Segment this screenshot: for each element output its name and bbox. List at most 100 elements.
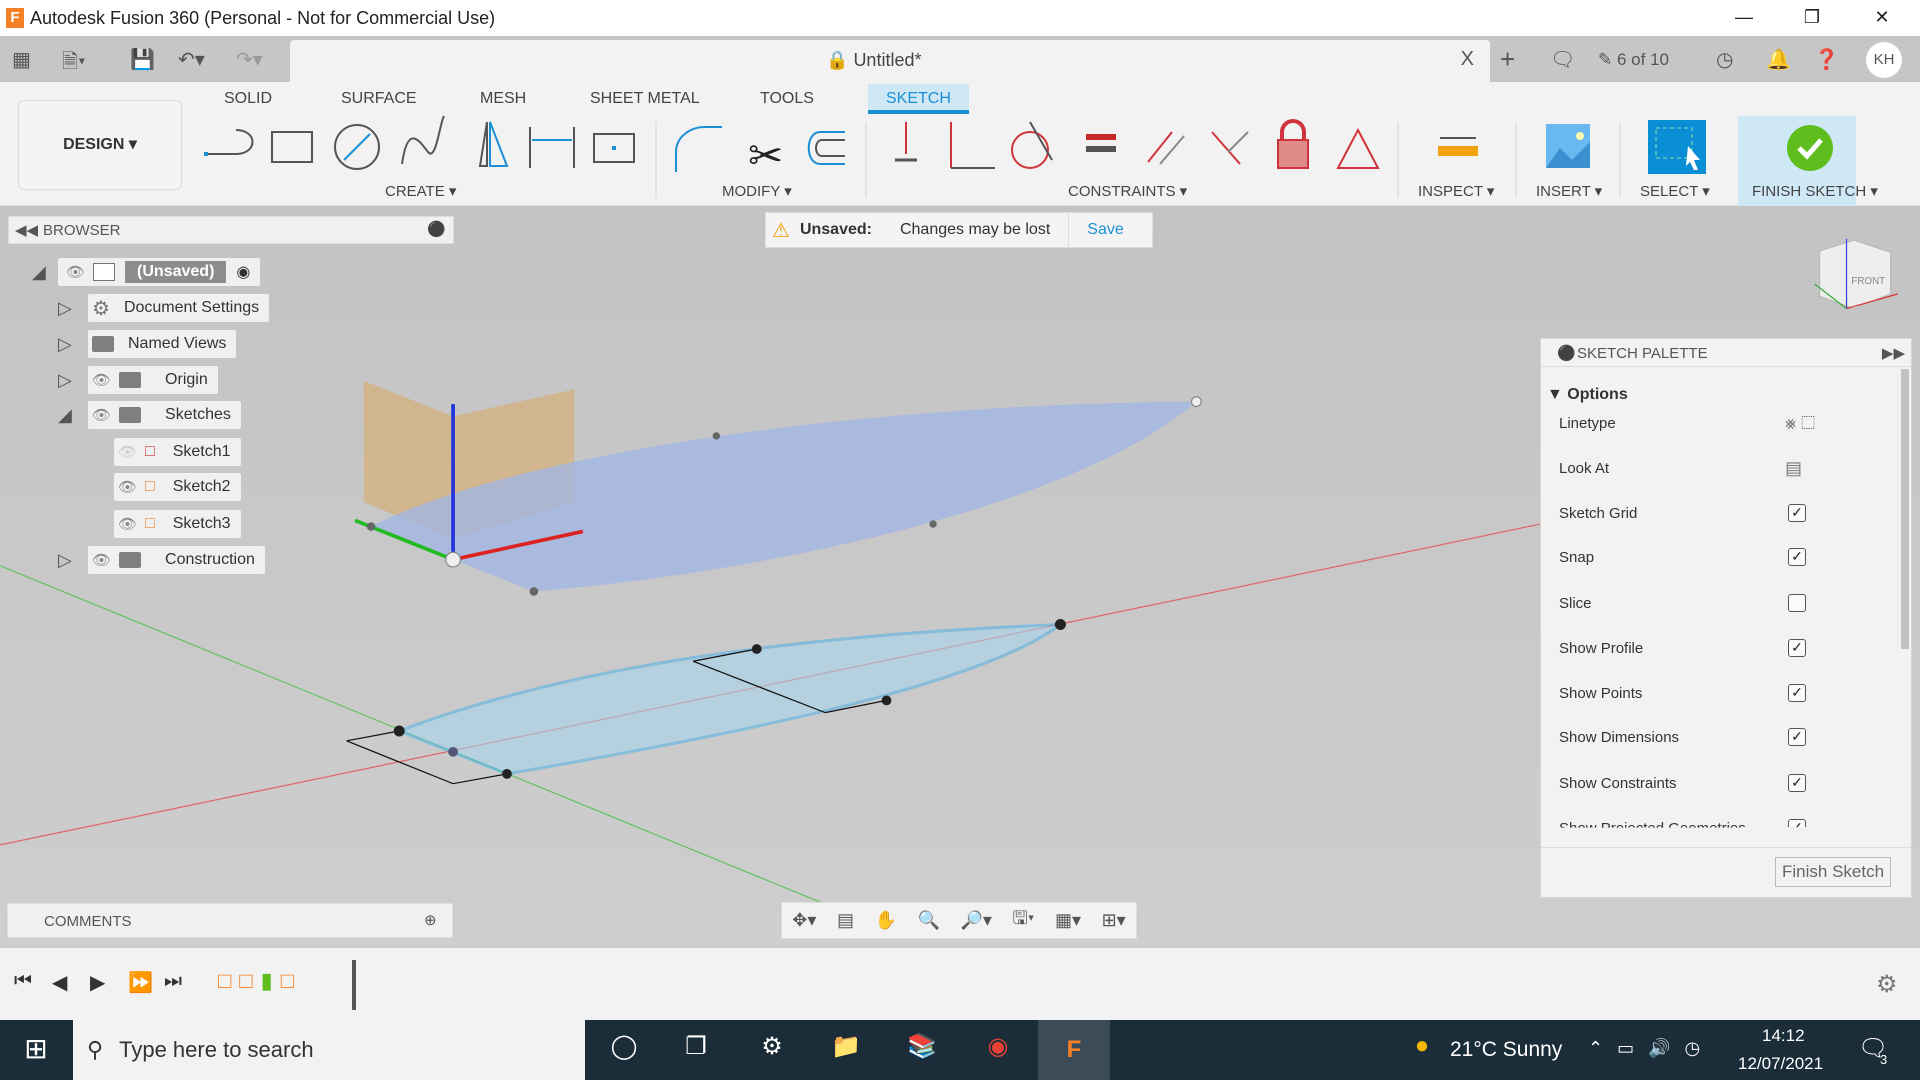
pan-icon[interactable]: ✋ xyxy=(875,910,897,931)
browser-item-document-settings[interactable]: ▷ ⚙ Document Settings xyxy=(58,294,270,322)
settings-icon[interactable]: ⚙ xyxy=(752,1032,792,1068)
minimize-button[interactable]: — xyxy=(1714,0,1774,36)
palette-scrollbar[interactable] xyxy=(1901,369,1909,649)
modify-menu[interactable]: MODIFY ▾ xyxy=(722,182,792,200)
palette-option-checkbox[interactable]: ✓ xyxy=(1788,548,1806,566)
clock-time[interactable]: 14:12 xyxy=(1762,1026,1805,1046)
settings-gear-icon[interactable]: ⚙ xyxy=(1876,970,1898,999)
insert-menu[interactable]: INSERT ▾ xyxy=(1536,182,1602,200)
expanded-icon[interactable]: ◢ xyxy=(32,262,46,283)
zoom-window-icon[interactable]: 🔎▾ xyxy=(960,910,991,931)
palette-option-checkbox[interactable]: ✓ xyxy=(1788,684,1806,702)
fusion-taskbar-icon[interactable]: F xyxy=(1038,1020,1110,1080)
browser-item-sketch2[interactable]: 👁 □ Sketch2 xyxy=(114,473,241,501)
finish-sketch-palette-button[interactable]: Finish Sketch xyxy=(1775,857,1892,887)
eye-icon[interactable]: 👁 xyxy=(92,371,111,389)
extrude-feature-icon[interactable]: ▮ xyxy=(261,968,281,993)
eye-icon[interactable]: 👁 xyxy=(92,551,111,569)
spline-icon[interactable] xyxy=(401,115,445,165)
linetype-construction-icon[interactable]: ⨳ ⬚ xyxy=(1785,413,1815,434)
palette-option-checkbox[interactable]: ✓ xyxy=(1788,774,1806,792)
perpendicular-constraint-icon[interactable] xyxy=(950,122,995,169)
weather-text[interactable]: 21°C Sunny xyxy=(1450,1038,1562,1062)
orbit-icon[interactable]: ✥▾ xyxy=(792,910,816,931)
browser-item-origin[interactable]: ▷ 👁 Origin xyxy=(58,366,218,394)
grid-icon[interactable]: ▦▾ xyxy=(1055,910,1081,931)
file-explorer-icon[interactable]: 📁 xyxy=(826,1032,866,1068)
create-menu[interactable]: CREATE ▾ xyxy=(385,182,456,200)
system-tray-icons[interactable]: ⌃▭🔊◷ xyxy=(1588,1038,1714,1059)
step-back-icon[interactable]: ◀ xyxy=(52,970,67,995)
document-tab[interactable]: 🔒 Untitled* X xyxy=(290,40,1490,82)
constraints-menu[interactable]: CONSTRAINTS ▾ xyxy=(1068,182,1187,200)
browser-item-construction[interactable]: ▷ 👁 Construction xyxy=(58,546,265,574)
close-window-button[interactable]: ✕ xyxy=(1852,0,1912,36)
file-menu-icon[interactable]: 🗎▾ xyxy=(62,47,85,81)
taskbar-search[interactable]: ⚲ Type here to search xyxy=(73,1020,585,1080)
undo-icon[interactable]: ↶▾ xyxy=(178,47,205,72)
eye-icon[interactable]: 👁 xyxy=(66,263,85,281)
comments-icon[interactable]: 🗨 xyxy=(1550,47,1575,72)
timeline-features[interactable]: □□▮□ xyxy=(218,968,302,994)
dimension-icon[interactable] xyxy=(529,127,575,168)
apps-grid-icon[interactable]: ▦ xyxy=(12,47,31,72)
eye-hidden-icon[interactable]: 👁 xyxy=(118,443,137,461)
tangent-constraint-icon[interactable] xyxy=(1011,121,1053,169)
browser-item-sketch1[interactable]: 👁 □ Sketch1 xyxy=(114,438,241,466)
jobs-status[interactable]: ✎ 6 of 10 xyxy=(1598,50,1669,70)
coincident-constraint-icon[interactable] xyxy=(1211,131,1249,165)
save-icon[interactable]: 💾 xyxy=(130,47,155,72)
fix-constraint-icon[interactable] xyxy=(895,122,917,162)
insert-image-icon[interactable] xyxy=(1546,124,1590,168)
select-menu[interactable]: SELECT ▾ xyxy=(1640,182,1710,200)
collapsed-icon[interactable]: ▷ xyxy=(58,298,72,319)
redo-icon[interactable]: ↷▾ xyxy=(236,47,263,72)
chrome-icon[interactable]: ◉ xyxy=(978,1032,1018,1068)
eye-icon[interactable]: 👁 xyxy=(92,406,111,424)
equal-constraint-icon[interactable] xyxy=(1086,134,1116,152)
measure-icon[interactable] xyxy=(1438,137,1478,156)
fillet-icon[interactable] xyxy=(675,126,722,172)
collapse-browser-icon[interactable]: ◀◀ xyxy=(15,221,38,239)
cortana-icon[interactable]: ◯ xyxy=(604,1032,644,1068)
clock-date[interactable]: 12/07/2021 xyxy=(1738,1054,1823,1074)
browser-item-root[interactable]: ◢ 👁 (Unsaved) ◉ xyxy=(32,258,261,286)
point-icon[interactable] xyxy=(593,133,635,163)
go-to-start-icon[interactable]: ⏮ xyxy=(14,970,32,993)
eye-icon[interactable]: 👁 xyxy=(118,515,137,533)
clock-icon[interactable]: ◷ xyxy=(1716,47,1733,72)
collapsed-icon[interactable]: ▷ xyxy=(58,370,72,391)
line-icon[interactable] xyxy=(204,129,254,156)
restore-button[interactable]: ❐ xyxy=(1782,0,1842,36)
activate-radio-icon[interactable]: ◉ xyxy=(236,262,250,282)
triangle-constraint-icon[interactable] xyxy=(1336,127,1380,169)
palette-minimize-icon[interactable]: ⚫ xyxy=(1557,344,1576,362)
browser-item-named-views[interactable]: ▷ Named Views xyxy=(58,330,237,358)
rectangle-icon[interactable] xyxy=(271,131,313,163)
task-view-icon[interactable]: ❐ xyxy=(676,1032,716,1068)
add-comment-icon[interactable]: ⊕ xyxy=(424,911,437,929)
timeline-marker[interactable] xyxy=(352,960,356,1010)
offset-icon[interactable] xyxy=(807,131,845,165)
palette-option-checkbox[interactable]: ✓ xyxy=(1788,819,1806,828)
palette-option-checkbox[interactable]: ✓ xyxy=(1788,504,1806,522)
expanded-icon[interactable]: ◢ xyxy=(58,405,72,426)
lock-constraint-icon[interactable] xyxy=(1277,119,1309,169)
browser-item-sketches[interactable]: ◢ 👁 Sketches xyxy=(58,401,241,429)
options-section[interactable]: ▼ Options xyxy=(1547,386,1628,404)
browser-item-sketch3[interactable]: 👁 □ Sketch3 xyxy=(114,510,241,538)
palette-option-checkbox[interactable] xyxy=(1788,594,1806,612)
step-forward-icon[interactable]: ⏩ xyxy=(128,970,153,995)
palette-option-checkbox[interactable]: ✓ xyxy=(1788,728,1806,746)
mirror-icon[interactable] xyxy=(478,121,509,167)
look-at-icon[interactable]: ▤ xyxy=(1785,458,1802,479)
go-to-end-icon[interactable]: ⏭ xyxy=(164,970,182,993)
close-tab-button[interactable]: X xyxy=(1461,48,1474,71)
palette-collapse-icon[interactable]: ▶▶ xyxy=(1882,344,1905,362)
trim-icon[interactable]: ✂ xyxy=(748,132,783,179)
browser-minimize-icon[interactable]: ⚫ xyxy=(427,220,446,238)
display-settings-icon[interactable]: 🖫▾ xyxy=(1012,906,1034,936)
circle-icon[interactable] xyxy=(334,124,380,170)
play-icon[interactable]: ▶ xyxy=(90,970,105,995)
palette-option-checkbox[interactable]: ✓ xyxy=(1788,639,1806,657)
